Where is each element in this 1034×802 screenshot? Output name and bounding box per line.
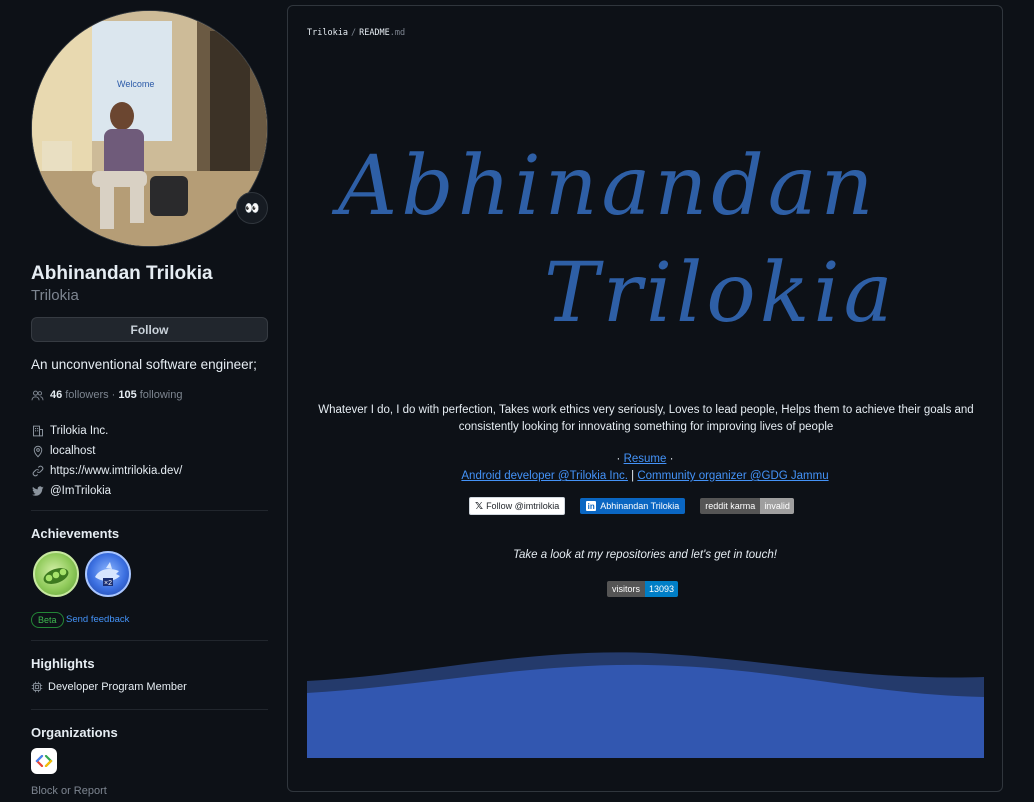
shark-achievement-icon[interactable]: ×2 (85, 551, 131, 597)
readme-file-name[interactable]: README (359, 28, 390, 38)
location-text: localhost (50, 445, 96, 457)
profile-bio: An unconventional software engineer; (31, 357, 257, 372)
building-icon (31, 425, 44, 438)
organizations-title: Organizations (31, 725, 118, 740)
link-icon (31, 465, 44, 478)
followers-count[interactable]: 46 (50, 389, 62, 401)
reddit-karma-badge[interactable]: reddit karma invalid (700, 498, 794, 514)
highlight-text: Developer Program Member (48, 681, 187, 693)
twitter-handle[interactable]: @ImTrilokia (50, 485, 111, 497)
readme-breadcrumb: Trilokia / README.md (307, 28, 405, 38)
people-icon (31, 390, 44, 401)
android-developer-link[interactable]: Android developer @Trilokia Inc. (461, 470, 628, 482)
twitter-row: @ImTrilokia (31, 481, 268, 501)
avatar-photo: Welcome (32, 11, 267, 246)
linkedin-label: Abhinandan Trilokia (600, 501, 680, 511)
twitter-follow-label: Follow @imtrilokia (486, 501, 560, 511)
visitors-badge: visitors 13093 (607, 581, 679, 597)
readme-card: Trilokia / README.md Abhinandan Trilokia W… (287, 5, 1003, 792)
visitors-count: 13093 (645, 581, 679, 597)
avatar-container: Welcome 👀 (31, 10, 268, 247)
block-or-report-link[interactable]: Block or Report (31, 785, 107, 797)
divider (31, 510, 268, 511)
x-logo-icon: 𝕏 (475, 500, 484, 512)
highlights-title: Highlights (31, 656, 95, 671)
profile-name: Abhinandan Trilokia (31, 263, 213, 284)
status-emoji[interactable]: 👀 (236, 192, 268, 224)
website-row: https://www.imtrilokia.dev/ (31, 461, 268, 481)
beta-label: Beta (31, 612, 64, 628)
reddit-karma-label: reddit karma (700, 498, 761, 514)
social-badges: 𝕏 Follow @imtrilokia in Abhinandan Trilo… (469, 497, 794, 515)
dot-separator: · (616, 453, 621, 465)
follow-stats: 46 followers · 105 following (31, 389, 183, 401)
linkedin-badge[interactable]: in Abhinandan Trilokia (580, 498, 686, 514)
profile-login: Trilokia (31, 287, 79, 304)
tagline: Take a look at my repositories and let's… (513, 549, 777, 561)
vcard-details: Trilokia Inc. localhost https://www.imtr… (31, 421, 268, 501)
divider (31, 709, 268, 710)
following-label[interactable]: following (140, 389, 183, 401)
location-pin-icon (31, 445, 44, 458)
followers-label[interactable]: followers (65, 389, 108, 401)
readme-owner[interactable]: Trilokia (307, 28, 348, 38)
wave-footer-graphic (307, 652, 984, 758)
avatar[interactable]: Welcome (31, 10, 268, 247)
breadcrumb-separator: / (350, 28, 357, 38)
resume-line: · Resume · (288, 453, 1002, 465)
roles-line: Android developer @Trilokia Inc. | Commu… (288, 470, 1002, 482)
send-feedback-link[interactable]: Send feedback (66, 614, 129, 625)
peas-achievement-icon[interactable] (33, 551, 79, 597)
svg-text:Welcome: Welcome (117, 79, 154, 89)
location-row: localhost (31, 441, 268, 461)
readme-file-ext: .md (389, 28, 406, 38)
cpu-icon (31, 681, 43, 693)
follow-button[interactable]: Follow (31, 317, 268, 342)
stats-separator: · (111, 389, 116, 401)
website-link[interactable]: https://www.imtrilokia.dev/ (50, 465, 182, 477)
twitter-bird-icon (31, 485, 44, 498)
highlight-item[interactable]: Developer Program Member (31, 681, 187, 693)
company-text: Trilokia Inc. (50, 425, 109, 437)
twitter-follow-badge[interactable]: 𝕏 Follow @imtrilokia (469, 497, 566, 515)
org-gdg-logo[interactable] (31, 748, 57, 774)
svg-text:×2: ×2 (104, 580, 112, 587)
handwritten-name-line2: Trilokia (544, 246, 897, 341)
about-text: Whatever I do, I do with perfection, Tak… (318, 404, 974, 433)
divider (31, 640, 268, 641)
pipe-separator: | (631, 470, 635, 482)
achievements-title[interactable]: Achievements (31, 526, 119, 541)
following-count[interactable]: 105 (118, 389, 136, 401)
dot-separator: · (669, 453, 674, 465)
handwritten-name-line1: Abhinandan (338, 139, 878, 234)
visitors-label: visitors (607, 581, 646, 597)
linkedin-icon: in (586, 501, 597, 511)
resume-link[interactable]: Resume (624, 453, 667, 465)
company-row: Trilokia Inc. (31, 421, 268, 441)
community-organizer-link[interactable]: Community organizer @GDG Jammu (637, 470, 828, 482)
reddit-karma-value: invalid (760, 498, 794, 514)
